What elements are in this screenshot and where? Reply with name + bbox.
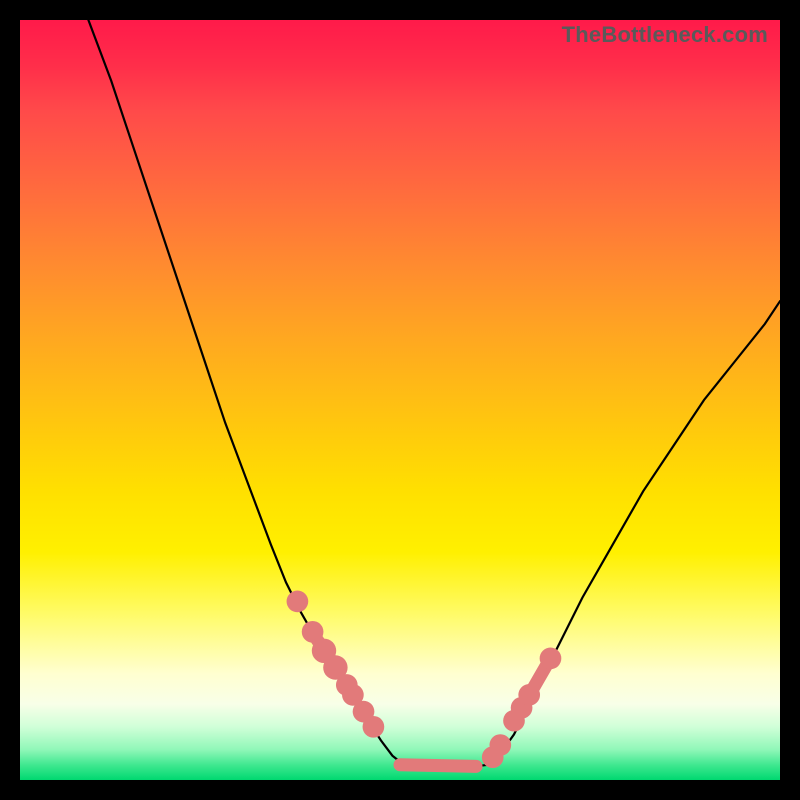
marker-dot: [540, 648, 562, 670]
chart-frame: TheBottleneck.com: [0, 0, 800, 800]
plot-area: TheBottleneck.com: [20, 20, 780, 780]
curve-group: [88, 20, 780, 769]
marker-dot: [518, 684, 540, 706]
marker-dot: [287, 591, 309, 613]
marker-group: [287, 591, 562, 768]
curve-svg: [20, 20, 780, 780]
bottleneck-curve: [88, 20, 780, 769]
marker-segment: [400, 765, 476, 767]
marker-dot: [489, 734, 511, 756]
marker-dot: [363, 716, 385, 738]
